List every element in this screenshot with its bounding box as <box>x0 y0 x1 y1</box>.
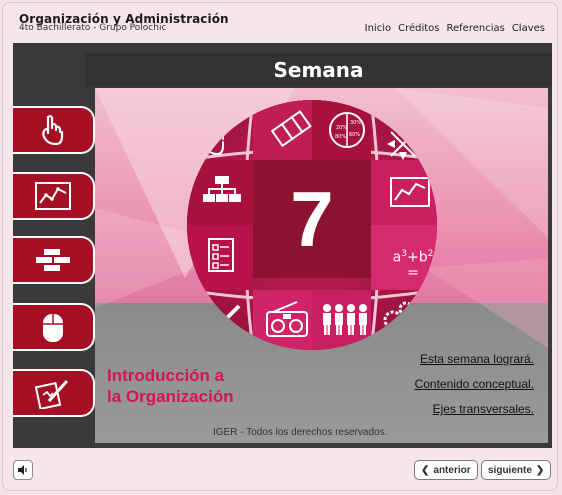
gears-icon <box>383 301 414 330</box>
pen-writing-icon <box>35 379 69 409</box>
pie-label-4: 80% <box>335 134 346 140</box>
chevron-left-icon: ❮ <box>421 464 430 476</box>
link-transversal[interactable]: Ejes transversales. <box>433 402 534 416</box>
formula-exp-2: 2 <box>427 249 434 260</box>
math-formula-icon: a3+b2 = <box>391 238 435 288</box>
sidebar-button-1[interactable] <box>13 106 95 154</box>
link-goals[interactable]: Esta semana logrará. <box>420 352 534 366</box>
topic-line-1: Introducción a <box>107 366 225 385</box>
pie-label-2: 30% <box>350 120 361 126</box>
formula-equals: = <box>407 264 419 281</box>
previous-button[interactable]: ❮ anterior <box>414 460 478 480</box>
hand-pointing-icon <box>42 115 64 146</box>
speaker-icon <box>18 465 27 475</box>
people-icon <box>323 304 367 335</box>
sidebar-button-2[interactable] <box>13 172 95 220</box>
sidebar-button-4[interactable] <box>13 303 95 351</box>
page-title: Semana <box>273 58 364 82</box>
week-number: 7 <box>290 174 334 263</box>
formula-base-1: a <box>392 249 402 266</box>
link-content[interactable]: Contenido conceptual. <box>415 377 534 391</box>
previous-label: anterior <box>433 464 471 476</box>
sidebar-button-5[interactable] <box>13 369 95 417</box>
documents-icon <box>270 110 312 148</box>
formula-op: + <box>406 249 419 266</box>
formula-base-2: b <box>418 249 428 266</box>
mouse-icon <box>43 314 63 342</box>
page-header: Semana <box>85 53 552 87</box>
nav-creditos[interactable]: Créditos <box>398 23 439 34</box>
hand-pointing-icon <box>205 126 224 156</box>
footer-copyright: IGER - Todos los derechos reservados. <box>213 427 388 438</box>
checklist-icon <box>208 238 234 272</box>
audio-button[interactable] <box>13 460 33 480</box>
pie-label-3: 60% <box>349 132 360 138</box>
chevron-right-icon: ❯ <box>535 464 545 476</box>
week-sphere: 7 20% 30% 60% 80% a3+b2 = <box>187 100 437 350</box>
next-label: siguiente <box>488 464 532 476</box>
pie-label-1: 20% <box>336 125 347 131</box>
sidebar-button-3[interactable] <box>13 236 95 284</box>
nav-referencias[interactable]: Referencias <box>447 23 505 34</box>
line-chart-icon <box>390 177 430 207</box>
topic-title: Introducción a la Organización <box>107 365 234 407</box>
network-arrows-icon <box>387 128 419 160</box>
brick-wall-icon <box>36 249 70 271</box>
pie-chart-icon: 20% 30% 60% 80% <box>329 112 365 148</box>
course-subtitle: 4to Bachillerato - Grupo Polochic <box>19 23 167 33</box>
pencil-icon <box>215 304 241 330</box>
next-button[interactable]: siguiente ❯ <box>481 460 552 480</box>
top-nav: Inicio Créditos Referencias Claves <box>365 23 545 34</box>
org-chart-icon <box>203 176 241 202</box>
nav-claves[interactable]: Claves <box>512 23 545 34</box>
week-number-tile: 7 <box>253 160 371 278</box>
stage: Semana 7 20% 30% 60% 80% a3+b2 = Introdu… <box>13 43 552 448</box>
nav-inicio[interactable]: Inicio <box>365 23 391 34</box>
bottom-bar: ❮ anterior siguiente ❯ <box>13 456 552 486</box>
radio-icon <box>266 301 308 337</box>
topic-line-2: la Organización <box>107 387 234 406</box>
line-chart-icon <box>35 182 71 210</box>
